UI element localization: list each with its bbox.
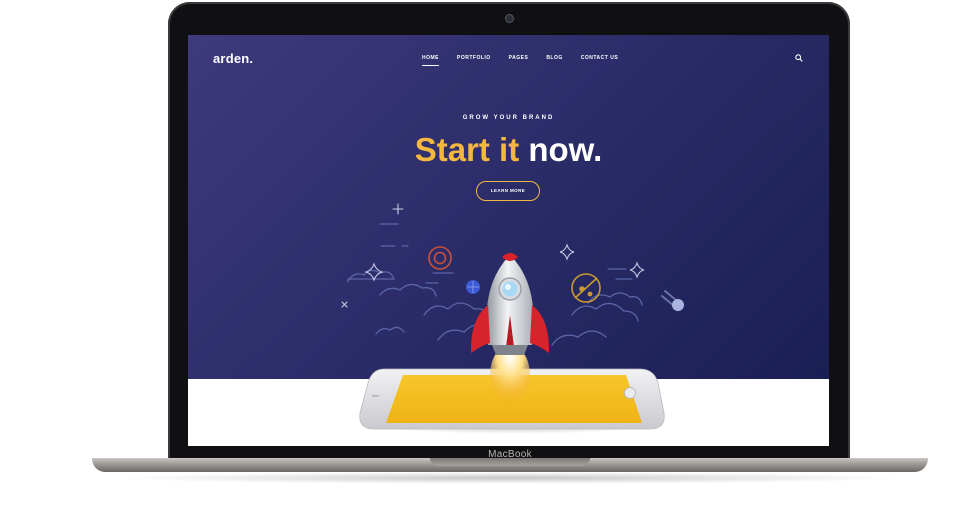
hero-kicker: GROW YOUR BRAND — [462, 115, 555, 121]
search-icon[interactable] — [795, 54, 803, 62]
main-nav: HOME PORTFOLIO PAGES BLOG CONTACT US — [422, 55, 636, 66]
globe-icon — [466, 280, 480, 294]
headline-rest: now. — [519, 131, 603, 168]
rocket-icon — [470, 253, 550, 355]
nav-portfolio[interactable]: PORTFOLIO — [457, 55, 491, 61]
nav-home[interactable]: HOME — [422, 55, 439, 66]
headline-accent: Start it — [414, 131, 520, 168]
laptop-screen: arden. HOME PORTFOLIO PAGES BLOG CONTACT… — [188, 35, 829, 446]
device-label: MacBook — [488, 449, 532, 460]
planet-icon — [571, 273, 601, 303]
brand-logo[interactable]: arden. — [213, 51, 253, 66]
nav-pages[interactable]: PAGES — [509, 55, 529, 61]
meteor-icon — [661, 290, 684, 311]
hero-illustration — [341, 203, 684, 434]
nav-blog[interactable]: BLOG — [546, 55, 562, 61]
target-icon — [428, 246, 452, 270]
webcam — [506, 15, 513, 22]
hero-headline: Start it now. — [188, 131, 829, 169]
nav-contact[interactable]: CONTACT US — [581, 55, 618, 61]
laptop-shadow — [110, 472, 910, 484]
